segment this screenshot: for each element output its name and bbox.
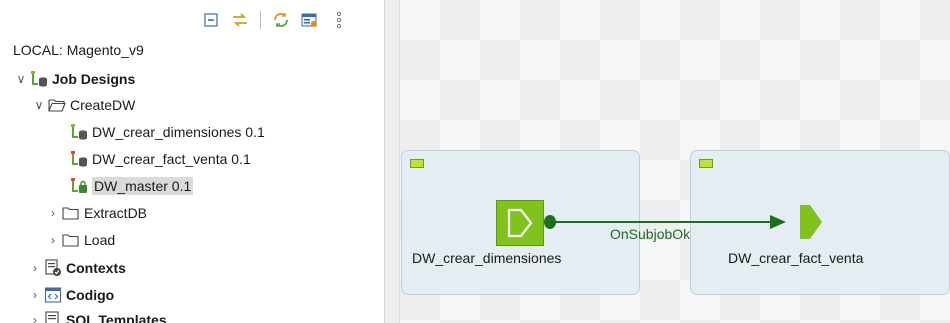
panel-splitter[interactable] xyxy=(384,0,400,323)
job-locked-icon xyxy=(68,176,90,196)
tree-item-label: SQL Templates xyxy=(66,312,167,323)
collapse-all-icon[interactable] xyxy=(200,9,222,31)
tree-item-label: Load xyxy=(84,232,116,248)
chevron-right-icon[interactable]: › xyxy=(46,233,60,247)
contexts-icon xyxy=(42,258,64,278)
job-designer-canvas[interactable]: DW_crear_dimensiones DW_crear_fact_venta… xyxy=(400,0,950,323)
tree-item-dw-crear-fact-venta[interactable]: DW_crear_fact_venta 0.1 xyxy=(68,148,251,170)
sql-templates-icon xyxy=(42,310,64,323)
component-label: DW_crear_dimensiones xyxy=(412,250,562,266)
link-label: OnSubjobOk xyxy=(610,226,691,242)
trunjob-component-dw-crear-dimensiones[interactable] xyxy=(496,200,544,246)
project-label: LOCAL: Magento_v9 xyxy=(13,42,144,58)
toolbar-separator xyxy=(260,11,261,29)
sync-link-icon[interactable] xyxy=(229,9,251,31)
tree-item-label: Codigo xyxy=(66,287,115,303)
run-job-icon xyxy=(507,208,533,238)
chevron-right-icon[interactable]: › xyxy=(28,288,42,302)
job-icon xyxy=(68,122,90,142)
chevron-right-icon[interactable]: › xyxy=(46,206,60,220)
refresh-icon[interactable] xyxy=(270,9,292,31)
repository-panel: LOCAL: Magento_v9 ∨ Job Designs ∨ Create… xyxy=(0,0,384,323)
folder-open-icon xyxy=(46,95,68,115)
tree-item-dw-crear-dimensiones[interactable]: DW_crear_dimensiones 0.1 xyxy=(68,121,265,143)
tree-item-codigo[interactable]: › Codigo xyxy=(28,284,114,306)
view-menu-icon[interactable] xyxy=(299,9,321,31)
chevron-down-icon[interactable]: ∨ xyxy=(32,98,46,112)
folder-icon xyxy=(60,230,82,250)
component-label: DW_crear_fact_venta xyxy=(728,250,864,266)
tree-item-job-designs[interactable]: ∨ Job Designs xyxy=(14,68,135,90)
trunjob-component-dw-crear-fact-venta[interactable] xyxy=(796,203,826,241)
tree-item-createdw[interactable]: ∨ CreateDW xyxy=(32,94,136,116)
tree-item-contexts[interactable]: › Contexts xyxy=(28,257,126,279)
chevron-down-icon[interactable]: ∨ xyxy=(14,72,28,86)
tree-item-label: CreateDW xyxy=(70,97,136,113)
onsubjobok-link[interactable] xyxy=(400,0,950,323)
job-designs-icon xyxy=(28,69,50,89)
tree-item-label: Contexts xyxy=(66,260,126,276)
code-icon xyxy=(42,285,64,305)
tree-item-label: DW_master 0.1 xyxy=(92,177,194,195)
chevron-right-icon[interactable]: › xyxy=(28,313,42,323)
tree-item-dw-master[interactable]: DW_master 0.1 xyxy=(68,175,194,197)
tree-item-label: ExtractDB xyxy=(84,205,148,221)
tree-item-label: DW_crear_dimensiones 0.1 xyxy=(92,124,265,140)
run-job-icon xyxy=(800,205,822,239)
tree-item-label: Job Designs xyxy=(52,71,136,87)
job-icon xyxy=(68,149,90,169)
repository-toolbar xyxy=(200,8,350,32)
tree-item-extractdb[interactable]: › ExtractDB xyxy=(46,202,147,224)
more-options-icon[interactable] xyxy=(328,9,350,31)
tree-item-load[interactable]: › Load xyxy=(46,229,115,251)
folder-icon xyxy=(60,203,82,223)
tree-item-label: DW_crear_fact_venta 0.1 xyxy=(92,151,251,167)
tree-item-sql-templates[interactable]: › SQL Templates xyxy=(28,309,167,323)
chevron-right-icon[interactable]: › xyxy=(28,261,42,275)
